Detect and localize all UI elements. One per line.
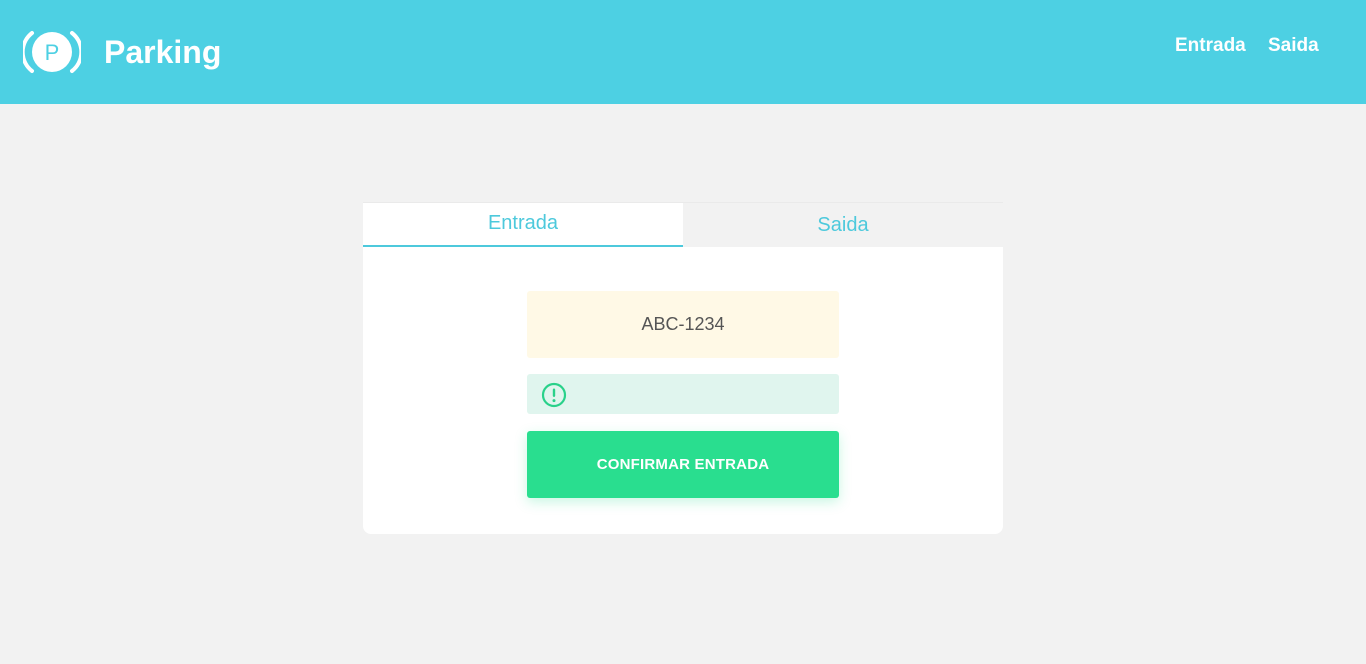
exclamation-circle-icon <box>541 382 567 408</box>
tab-saida[interactable]: Saida <box>683 203 1003 247</box>
nav-saida-link[interactable]: Saida <box>1268 35 1319 57</box>
validation-alert <box>527 374 839 414</box>
confirm-entrada-button[interactable]: CONFIRMAR ENTRADA <box>527 431 839 498</box>
tab-entrada[interactable]: Entrada <box>363 203 683 247</box>
logo-letter: P <box>45 40 60 65</box>
plate-input[interactable] <box>527 291 839 358</box>
nav-entrada-link[interactable]: Entrada <box>1175 35 1246 57</box>
parking-logo-icon[interactable]: P <box>23 29 81 75</box>
brand-title: Parking <box>104 34 222 70</box>
tab-bar: Entrada Saida <box>363 202 1003 247</box>
app-header: P Parking Entrada Saida <box>0 0 1366 104</box>
parking-form-card: Entrada Saida CONFIRMAR ENTRADA <box>363 202 1003 534</box>
